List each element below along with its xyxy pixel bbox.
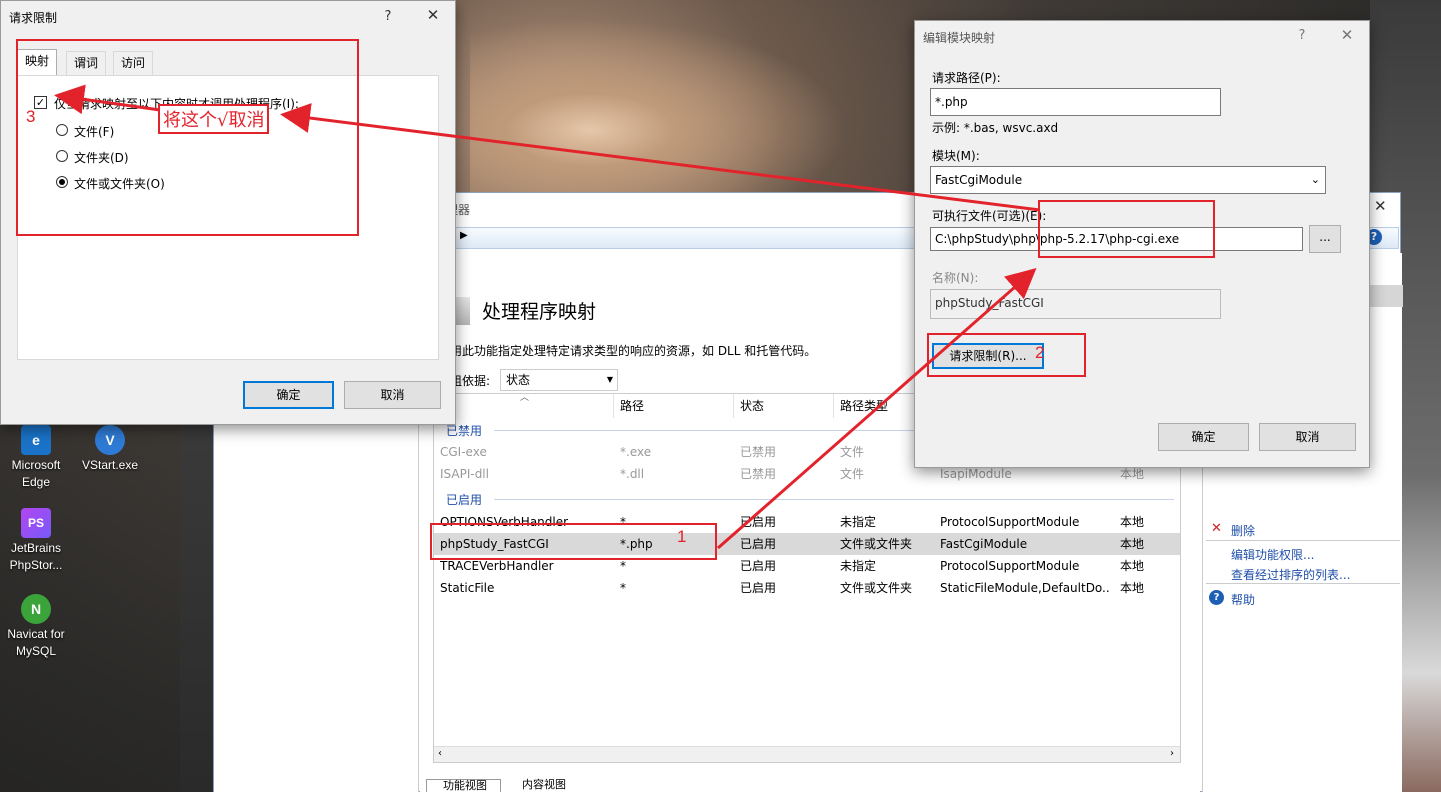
actions-divider: [1206, 540, 1400, 541]
dialog-title: 请求限制: [9, 11, 58, 25]
cell-name: CGI-exe: [440, 445, 487, 459]
desktop-icon-label: Microsoft Edge: [11, 458, 61, 489]
annotation-box-executable: [1038, 200, 1215, 258]
close-icon[interactable]: ✕: [1337, 26, 1357, 44]
scroll-right-icon[interactable]: ›: [1170, 748, 1174, 759]
cell-state: 已启用: [740, 515, 777, 529]
ok-button[interactable]: 确定: [1158, 423, 1249, 451]
wallpaper-figure: [470, 0, 890, 200]
cell-handler: ProtocolSupportModule: [940, 559, 1080, 573]
vstart-icon: V: [95, 425, 125, 455]
request-path-input[interactable]: *.php: [930, 88, 1221, 116]
scroll-left-icon[interactable]: ‹: [438, 748, 442, 759]
cell-name: ISAPI-dll: [440, 467, 489, 481]
cell-entry: 本地: [1120, 559, 1145, 573]
delete-icon: ✕: [1211, 521, 1222, 536]
module-label: 模块(M):: [932, 149, 980, 163]
cancel-button[interactable]: 取消: [1259, 423, 1356, 451]
annotation-box-handler-row: [430, 523, 717, 560]
cancel-button[interactable]: 取消: [344, 381, 441, 409]
action-delete[interactable]: 删除: [1231, 522, 1255, 539]
annotation-step-1: 1: [677, 527, 687, 546]
cell-path-type: 文件: [840, 445, 865, 459]
chevron-down-icon: ▼: [606, 375, 613, 384]
navicat-icon: N: [21, 594, 51, 624]
sort-arrow-icon: ︿: [520, 393, 530, 403]
desktop-icon-navicat[interactable]: N Navicat for MySQL: [0, 594, 72, 660]
name-input[interactable]: phpStudy_FastCGI: [930, 289, 1221, 319]
cell-path-type: 文件: [840, 467, 865, 481]
cell-state: 已启用: [740, 559, 777, 573]
desktop-icon-label: VStart.exe: [81, 458, 139, 472]
tab-feature-view[interactable]: 功能视图: [426, 779, 501, 792]
tab-content-view[interactable]: 内容视图: [506, 779, 586, 792]
group-by-value: 状态: [506, 373, 531, 387]
name-label: 名称(N):: [932, 271, 979, 285]
cell-path: *.dll: [620, 467, 645, 481]
annotation-box-restrictions-button: [927, 333, 1086, 377]
cell-state: 已启用: [740, 537, 777, 551]
module-select-value: FastCgiModule: [935, 173, 1023, 187]
tab-feature-view-label: 功能视图: [443, 779, 487, 792]
column-header-state[interactable]: 状态: [734, 394, 834, 418]
annotation-step-2: 2: [1035, 343, 1045, 362]
group-by-select[interactable]: 状态 ▼: [500, 369, 618, 391]
iis-close-icon[interactable]: ✕: [1374, 197, 1387, 215]
cell-path-type: 未指定: [840, 515, 877, 529]
actions-divider: [1206, 583, 1400, 584]
column-header-path[interactable]: 路径: [614, 394, 734, 418]
annotation-box-restrictions: [16, 39, 359, 236]
help-icon[interactable]: ?: [378, 9, 398, 24]
annotation-callout: 将这个√取消: [158, 104, 270, 134]
horizontal-scrollbar[interactable]: ‹ ›: [434, 746, 1180, 762]
close-icon[interactable]: ✕: [423, 6, 443, 24]
action-help[interactable]: 帮助: [1231, 591, 1255, 608]
page-description: 用此功能指定处理特定请求类型的响应的资源，如 DLL 和托管代码。: [450, 344, 817, 358]
annotation-step-3: 3: [26, 107, 36, 126]
help-icon[interactable]: ?: [1292, 28, 1312, 43]
cell-path: *: [620, 581, 626, 595]
desktop-icon-label: JetBrains PhpStor...: [9, 541, 63, 572]
cell-handler: StaticFileModule,DefaultDo...: [940, 581, 1110, 595]
desktop-icon-label: Navicat for MySQL: [7, 627, 65, 658]
cell-state: 已禁用: [740, 445, 777, 459]
group-label-enabled[interactable]: 已启用: [446, 491, 482, 508]
cell-handler: FastCgiModule: [940, 537, 1028, 551]
dialog-title: 编辑模块映射: [923, 31, 996, 45]
cell-path-type: 未指定: [840, 559, 877, 573]
browse-button[interactable]: ...: [1309, 225, 1341, 253]
cell-state: 已禁用: [740, 467, 777, 481]
action-view-ordered[interactable]: 查看经过排序的列表...: [1231, 566, 1350, 583]
executable-label: 可执行文件(可选)(E):: [932, 209, 1047, 223]
module-select[interactable]: FastCgiModule ⌄: [930, 166, 1326, 194]
cell-entry: 本地: [1120, 537, 1145, 551]
cell-path-type: 文件或文件夹: [840, 537, 913, 551]
help-icon: ?: [1209, 590, 1224, 605]
tab-content-view-label: 内容视图: [522, 778, 566, 791]
desktop-icon-vstart[interactable]: V VStart.exe: [74, 425, 146, 474]
page-title: 处理程序映射: [482, 301, 597, 323]
desktop-icon-edge[interactable]: e Microsoft Edge: [0, 425, 72, 491]
chevron-down-icon: ⌄: [1310, 173, 1320, 186]
cell-entry: 本地: [1120, 515, 1145, 529]
phpstorm-icon: PS: [21, 508, 51, 538]
cell-name: StaticFile: [440, 581, 495, 595]
request-path-label: 请求路径(P):: [932, 71, 1001, 85]
ok-button[interactable]: 确定: [243, 381, 334, 409]
cell-path: *.exe: [620, 445, 652, 459]
group-divider: [494, 499, 1174, 500]
request-path-example: 示例: *.bas, wsvc.axd: [932, 121, 1059, 135]
address-arrow-icon: ▶: [460, 230, 468, 241]
group-by-label: 组依据:: [450, 374, 491, 388]
cell-entry: 本地: [1120, 581, 1145, 595]
action-edit-permissions[interactable]: 编辑功能权限...: [1231, 546, 1314, 563]
table-row[interactable]: StaticFile * 已启用 文件或文件夹 StaticFileModule…: [434, 577, 1180, 599]
cell-state: 已启用: [740, 581, 777, 595]
desktop-icon-phpstorm[interactable]: PS JetBrains PhpStor...: [0, 508, 72, 574]
edge-icon: e: [21, 425, 51, 455]
cell-handler: ProtocolSupportModule: [940, 515, 1080, 529]
cell-path-type: 文件或文件夹: [840, 581, 913, 595]
